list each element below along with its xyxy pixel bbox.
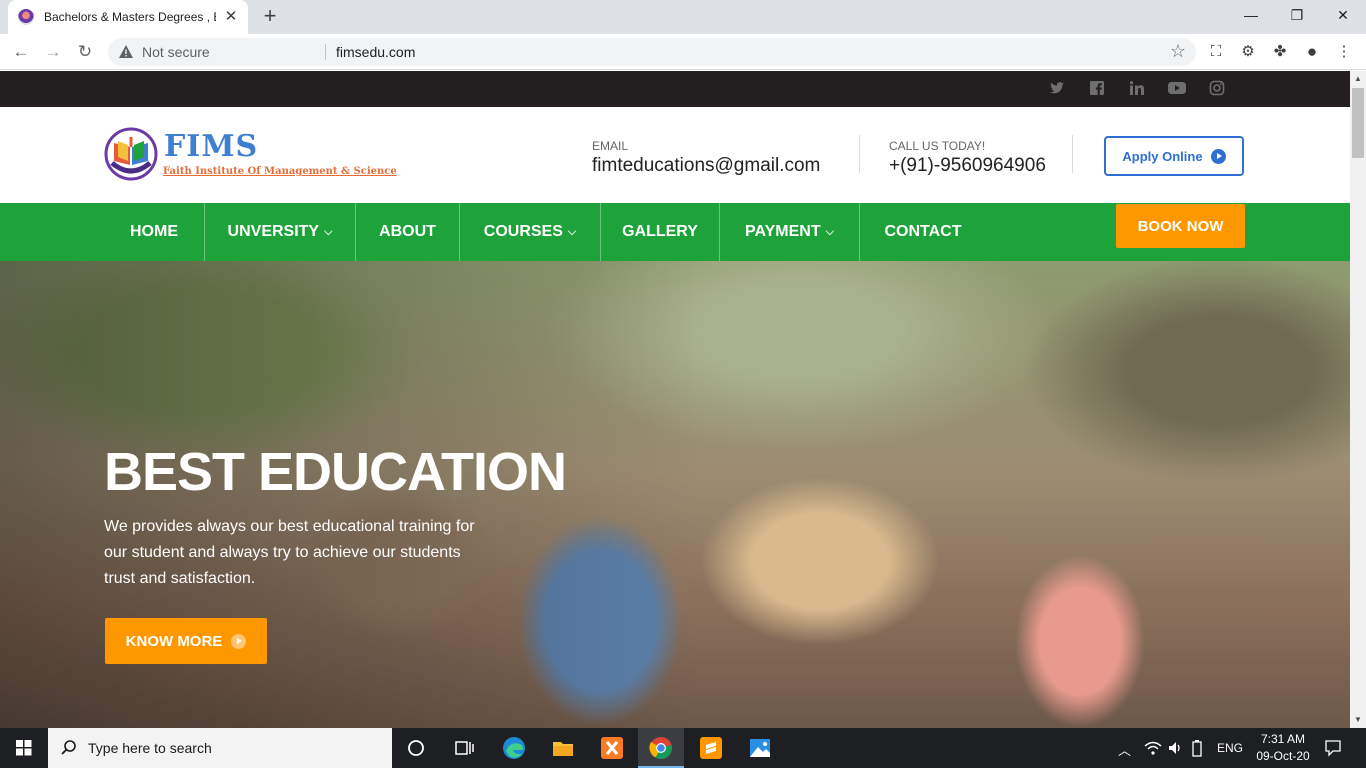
book-now-button[interactable]: BOOK NOW <box>1116 204 1245 248</box>
scroll-down-arrow-icon[interactable]: ▼ <box>1350 712 1366 728</box>
windows-start-icon[interactable] <box>0 728 48 768</box>
nav-label: COURSES <box>483 223 563 240</box>
play-circle-icon <box>231 633 247 649</box>
play-circle-icon <box>1210 148 1226 164</box>
security-status: Not secure <box>142 44 210 60</box>
hero-description: We provides always our best educational … <box>104 518 475 587</box>
phone-label: CALL US TODAY! <box>889 139 986 153</box>
taskbar-search-box[interactable]: Type here to search <box>48 728 392 768</box>
language-indicator[interactable]: ENG <box>1214 741 1246 755</box>
nav-university[interactable]: UNVERSITY ⌵ <box>205 203 355 261</box>
chrome-icon[interactable] <box>647 734 675 762</box>
omnibox-divider <box>325 44 326 60</box>
new-tab-button[interactable]: + <box>258 4 282 28</box>
apply-online-button[interactable]: Apply Online <box>1104 136 1244 176</box>
nav-label: HOME <box>130 223 178 240</box>
nav-payment[interactable]: PAYMENT ⌵ <box>720 203 859 261</box>
page-scrollbar[interactable]: ▲ ▼ <box>1350 71 1366 728</box>
tab-close-icon[interactable]: ✕ <box>222 8 240 26</box>
chevron-down-icon: ⌵ <box>825 225 834 238</box>
browser-tab[interactable]: Bachelors & Masters Degrees , B ✕ <box>8 0 248 34</box>
restore-button[interactable]: ❐ <box>1274 0 1320 30</box>
logo-tagline: Faith Institute Of Management & Science <box>163 166 397 177</box>
hero-banner: BEST EDUCATION We provides always our be… <box>0 261 1350 728</box>
photos-app-icon[interactable] <box>746 734 774 762</box>
nav-gallery[interactable]: GALLERY <box>601 203 719 261</box>
browser-toolbar: ← → ↻ Not secure fimsedu.com ☆ ⛶ ⚙ ✤ ● ⋮ <box>0 34 1366 70</box>
nav-courses[interactable]: COURSES ⌵ <box>460 203 600 261</box>
xampp-icon[interactable] <box>598 734 626 762</box>
cortana-icon[interactable] <box>402 734 430 762</box>
nav-label: PAYMENT <box>745 223 821 240</box>
instagram-icon[interactable] <box>1208 80 1226 98</box>
battery-icon[interactable] <box>1190 739 1204 757</box>
browser-menu-icon[interactable]: ⋮ <box>1334 42 1354 62</box>
header-divider <box>1072 135 1073 173</box>
search-icon <box>61 740 76 755</box>
bookmark-star-icon[interactable]: ☆ <box>1170 41 1186 62</box>
fims-logo-icon[interactable] <box>104 127 158 181</box>
nav-contact[interactable]: CONTACT <box>860 203 986 261</box>
wifi-icon[interactable] <box>1144 740 1162 756</box>
close-window-button[interactable]: ✕ <box>1320 0 1366 30</box>
search-placeholder: Type here to search <box>88 740 212 756</box>
windows-taskbar: Type here to search ︿ ENG 7:31 AM 09-Oct… <box>0 728 1366 768</box>
web-page: FIMS Faith Institute Of Management & Sci… <box>0 71 1350 728</box>
twitter-icon[interactable] <box>1048 80 1066 98</box>
linkedin-icon[interactable] <box>1128 80 1146 98</box>
settings-extension-icon[interactable]: ⚙ <box>1238 42 1258 62</box>
nav-label: GALLERY <box>622 223 698 240</box>
sublime-text-icon[interactable] <box>697 734 725 762</box>
forward-button[interactable]: → <box>40 39 66 65</box>
task-view-icon[interactable] <box>450 734 478 762</box>
chevron-down-icon: ⌵ <box>324 225 333 238</box>
nav-label: UNVERSITY <box>227 223 320 240</box>
header-divider <box>859 135 860 173</box>
edge-browser-icon[interactable] <box>500 734 528 762</box>
clock-date[interactable]: 09-Oct-20 <box>1248 749 1318 763</box>
warning-icon <box>119 45 133 58</box>
scrollbar-thumb[interactable] <box>1352 88 1364 158</box>
profile-avatar-icon[interactable]: ● <box>1302 42 1322 62</box>
chevron-down-icon: ⌵ <box>567 225 577 238</box>
scroll-up-arrow-icon[interactable]: ▲ <box>1350 71 1366 87</box>
address-bar[interactable]: Not secure fimsedu.com ☆ <box>108 38 1196 66</box>
reload-button[interactable]: ↻ <box>72 39 98 65</box>
show-hidden-icons-icon[interactable]: ︿ <box>1118 740 1131 759</box>
back-button[interactable]: ← <box>8 39 34 65</box>
facebook-icon[interactable] <box>1088 80 1106 98</box>
logo-wordmark[interactable]: FIMS <box>164 129 258 164</box>
email-label: EMAIL <box>592 139 629 153</box>
email-value[interactable]: fimteducations@gmail.com <box>592 155 820 177</box>
volume-icon[interactable] <box>1167 740 1183 756</box>
site-favicon-icon <box>18 9 34 25</box>
nav-home[interactable]: HOME <box>104 203 204 261</box>
browser-tab-strip: Bachelors & Masters Degrees , B ✕ + — ❐ … <box>0 0 1366 34</box>
url-text[interactable]: fimsedu.com <box>336 44 415 60</box>
nav-label: CONTACT <box>884 223 962 240</box>
phone-value[interactable]: +(91)-9560964906 <box>889 155 1046 177</box>
minimize-button[interactable]: — <box>1228 0 1274 30</box>
know-more-button[interactable]: KNOW MORE <box>105 618 267 664</box>
tab-title: Bachelors & Masters Degrees , B <box>44 10 216 24</box>
nav-label: ABOUT <box>379 223 436 240</box>
clock-time[interactable]: 7:31 AM <box>1248 732 1318 746</box>
social-top-bar <box>0 71 1350 107</box>
hero-title: BEST EDUCATION <box>104 442 567 502</box>
screenshot-extension-icon[interactable]: ⛶ <box>1206 42 1226 62</box>
apply-online-label: Apply Online <box>1122 148 1203 164</box>
notifications-icon[interactable] <box>1324 739 1342 757</box>
know-more-label: KNOW MORE <box>125 632 223 650</box>
youtube-icon[interactable] <box>1168 80 1186 98</box>
extensions-puzzle-icon[interactable]: ✤ <box>1270 42 1290 62</box>
nav-about[interactable]: ABOUT <box>356 203 459 261</box>
site-header: FIMS Faith Institute Of Management & Sci… <box>0 107 1350 203</box>
file-explorer-icon[interactable] <box>549 734 577 762</box>
